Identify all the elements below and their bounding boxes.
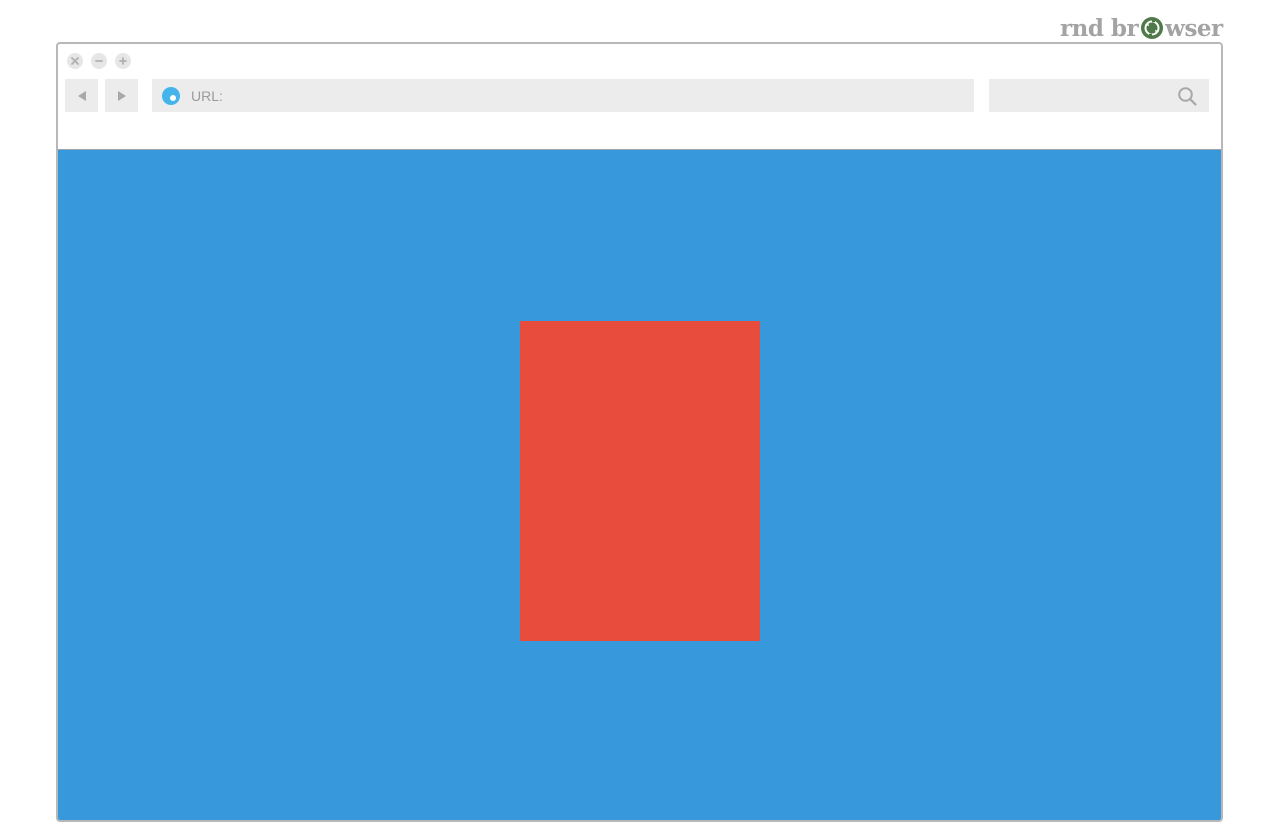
browser-window: URL: [56, 42, 1223, 822]
recycle-logo-icon [1140, 16, 1164, 40]
url-bar[interactable]: URL: [152, 79, 974, 112]
triangle-right-icon [117, 90, 126, 101]
page-content [58, 149, 1221, 820]
window-controls [67, 53, 131, 69]
red-rectangle [520, 321, 760, 641]
brand-text-start: rnd br [1060, 14, 1139, 42]
maximize-icon[interactable] [115, 53, 131, 69]
search-icon[interactable] [1177, 86, 1197, 106]
back-button[interactable] [65, 79, 98, 112]
forward-button[interactable] [105, 79, 138, 112]
minimize-icon[interactable] [91, 53, 107, 69]
globe-icon [162, 86, 180, 105]
search-input[interactable] [989, 79, 1209, 112]
brand-logo: rnd br wser [1060, 13, 1223, 43]
brand-text-end: wser [1165, 14, 1223, 42]
url-label: URL: [191, 87, 223, 104]
triangle-left-icon [77, 90, 86, 101]
close-icon[interactable] [67, 53, 83, 69]
